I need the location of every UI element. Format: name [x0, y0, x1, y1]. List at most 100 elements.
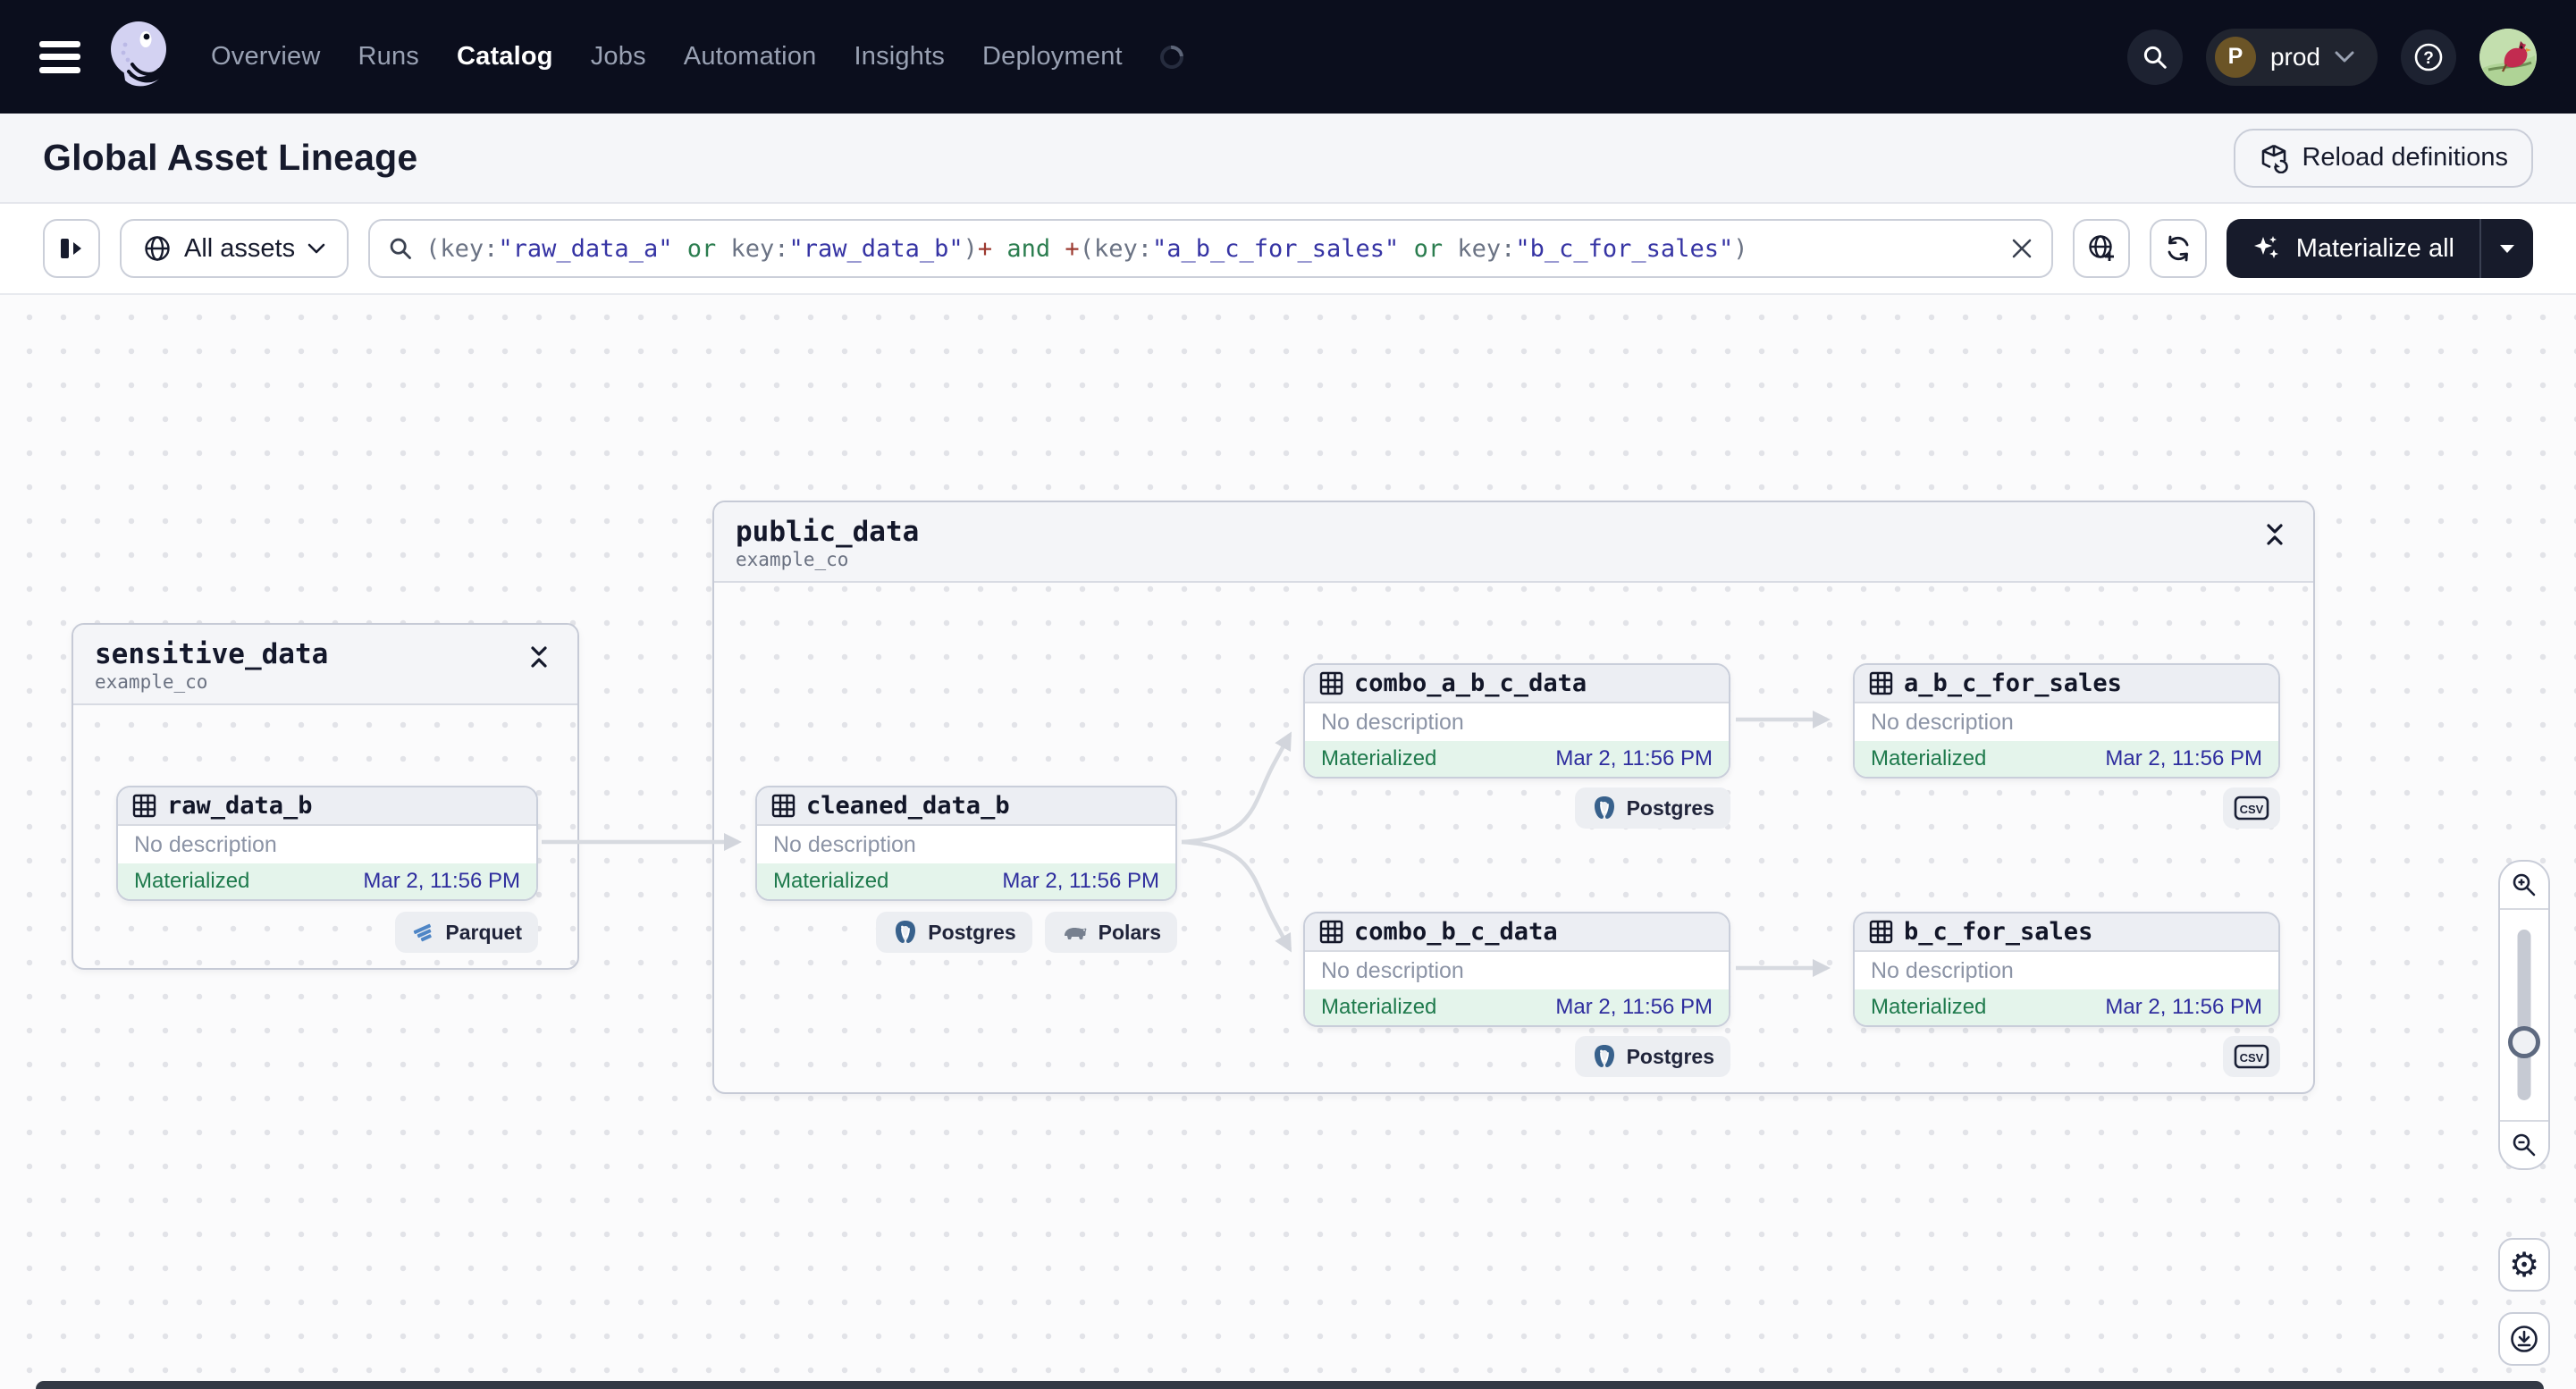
- kind-tag-csv[interactable]: CSV: [2223, 1036, 2280, 1077]
- tag-row: Postgres: [1574, 1036, 1730, 1077]
- group-title: sensitive_data: [95, 638, 329, 670]
- refresh-icon: [2168, 235, 2189, 262]
- materialize-all-split-button: Materialize all: [2226, 219, 2533, 278]
- search-button[interactable]: [2126, 29, 2183, 85]
- dagster-logo-icon[interactable]: [105, 20, 175, 95]
- zoom-out-button[interactable]: [2500, 1122, 2548, 1168]
- table-icon: [1319, 671, 1343, 695]
- materialization-timestamp[interactable]: Mar 2, 11:56 PM: [363, 869, 520, 894]
- chevron-down-icon: [2335, 51, 2354, 62]
- nav-items: Overview Runs Catalog Jobs Automation In…: [211, 40, 1189, 73]
- postgres-icon: [896, 921, 916, 943]
- asset-description: No description: [1871, 709, 2014, 735]
- status-badge: Materialized: [1321, 995, 1437, 1019]
- materialization-timestamp[interactable]: Mar 2, 11:56 PM: [1002, 869, 1159, 894]
- asset-node-combo-b-c-data[interactable]: combo_b_c_data No description Materializ…: [1303, 912, 1730, 1027]
- tag-row: CSV: [2223, 1036, 2280, 1077]
- environment-switcher[interactable]: P prod: [2205, 28, 2378, 86]
- materialize-all-button[interactable]: Materialize all: [2227, 219, 2479, 278]
- asset-node-header: raw_data_b: [118, 787, 536, 826]
- zoom-slider-thumb[interactable]: [2508, 1026, 2540, 1058]
- environment-avatar: P: [2214, 36, 2256, 78]
- clear-query-icon[interactable]: [2010, 237, 2033, 260]
- asset-node-combo-a-b-c-data[interactable]: combo_a_b_c_data No description Material…: [1303, 663, 1730, 779]
- materialization-timestamp[interactable]: Mar 2, 11:56 PM: [2105, 746, 2262, 771]
- kind-tag-postgres[interactable]: Postgres: [1574, 787, 1730, 829]
- collapse-group-icon[interactable]: [2258, 517, 2292, 557]
- zoom-slider-track[interactable]: [2517, 930, 2531, 1100]
- refresh-button[interactable]: [2149, 219, 2207, 278]
- download-image-button[interactable]: [2498, 1312, 2550, 1366]
- nav-item-insights[interactable]: Insights: [854, 42, 945, 72]
- loading-spinner-icon: [1155, 40, 1189, 73]
- open-sidebar-button[interactable]: [43, 219, 100, 278]
- asset-scope-dropdown[interactable]: All assets: [120, 219, 349, 278]
- help-button[interactable]: ?: [2401, 29, 2456, 85]
- asset-scope-label: All assets: [184, 233, 296, 263]
- user-avatar[interactable]: [2479, 28, 2537, 86]
- query-segment: key:: [730, 234, 789, 263]
- nav-item-runs[interactable]: Runs: [358, 42, 419, 72]
- tag-label: Postgres: [1626, 1044, 1714, 1068]
- zoom-in-button[interactable]: [2500, 862, 2548, 908]
- kind-tag-csv[interactable]: CSV: [2223, 787, 2280, 829]
- asset-description: No description: [1871, 957, 2014, 983]
- graph-settings-button[interactable]: ⚙: [2498, 1238, 2550, 1292]
- tag-label: Postgres: [1626, 796, 1714, 820]
- page-header: Global Asset Lineage Reload definitions: [0, 114, 2576, 204]
- chevron-down-icon: [307, 243, 325, 253]
- zoom-in-icon: [2513, 873, 2536, 897]
- nav-item-overview[interactable]: Overview: [211, 42, 320, 72]
- asset-node-cleaned-data-b[interactable]: cleaned_data_b No description Materializ…: [755, 786, 1177, 901]
- tag-row: Postgres: [1574, 787, 1730, 829]
- reload-definitions-label: Reload definitions: [2302, 143, 2508, 172]
- asset-status-row: Materialized Mar 2, 11:56 PM: [1855, 989, 2278, 1025]
- postgres-icon: [1594, 1045, 1614, 1067]
- zoom-out-icon: [2513, 1133, 2536, 1157]
- asset-node-b-c-for-sales[interactable]: b_c_for_sales No description Materialize…: [1853, 912, 2280, 1027]
- bottom-bar: [36, 1381, 2544, 1389]
- asset-node-header: a_b_c_for_sales: [1855, 665, 2278, 703]
- view-global-lineage-button[interactable]: [2072, 219, 2130, 278]
- asset-node-a-b-c-for-sales[interactable]: a_b_c_for_sales No description Materiali…: [1853, 663, 2280, 779]
- group-location: example_co: [95, 670, 208, 693]
- kind-tag-parquet[interactable]: Parquet: [395, 912, 538, 953]
- materialization-timestamp[interactable]: Mar 2, 11:56 PM: [2105, 995, 2262, 1020]
- query-segment: +: [1065, 234, 1080, 263]
- asset-search-input[interactable]: (key:"raw_data_a" or key:"raw_data_b")+ …: [368, 219, 2053, 278]
- asset-node-raw-data-b[interactable]: raw_data_b No description Materialized M…: [116, 786, 538, 901]
- tag-row: Parquet: [395, 912, 538, 953]
- kind-tag-postgres[interactable]: Postgres: [1574, 1036, 1730, 1077]
- nav-item-catalog[interactable]: Catalog: [457, 42, 553, 72]
- table-icon: [1319, 920, 1343, 944]
- asset-name: combo_b_c_data: [1354, 918, 1558, 946]
- asset-status-row: Materialized Mar 2, 11:56 PM: [1305, 989, 1729, 1025]
- query-segment: or: [672, 234, 731, 263]
- parquet-icon: [414, 923, 433, 942]
- query-segment: and: [992, 234, 1065, 263]
- zoom-controls: [2498, 860, 2550, 1170]
- query-segment: or: [1399, 234, 1458, 263]
- asset-selection-query[interactable]: (key:"raw_data_a" or key:"raw_data_b")+ …: [425, 235, 1998, 263]
- nav-item-automation[interactable]: Automation: [684, 42, 817, 72]
- query-segment: key:: [1457, 234, 1516, 263]
- query-segment: ): [1733, 234, 1748, 263]
- materialization-timestamp[interactable]: Mar 2, 11:56 PM: [1555, 995, 1713, 1020]
- cardinal-bird-avatar-icon: [2479, 28, 2537, 86]
- kind-tag-polars[interactable]: Polars: [1044, 912, 1177, 953]
- materialization-timestamp[interactable]: Mar 2, 11:56 PM: [1555, 746, 1713, 771]
- kind-tag-postgres[interactable]: Postgres: [876, 912, 1032, 953]
- collapse-group-icon[interactable]: [522, 639, 556, 679]
- postgres-icon: [1594, 796, 1614, 819]
- hamburger-menu-icon[interactable]: [39, 40, 80, 73]
- asset-node-header: b_c_for_sales: [1855, 913, 2278, 952]
- nav-item-deployment[interactable]: Deployment: [982, 42, 1123, 72]
- tag-row: CSV: [2223, 787, 2280, 829]
- asset-node-header: combo_b_c_data: [1305, 913, 1729, 952]
- nav-item-jobs[interactable]: Jobs: [591, 42, 646, 72]
- reload-definitions-button[interactable]: Reload definitions: [2234, 128, 2533, 188]
- status-badge: Materialized: [134, 869, 250, 893]
- search-icon: [2143, 46, 2167, 69]
- lineage-canvas[interactable]: sensitive_data example_co public_data ex…: [0, 295, 2576, 1389]
- materialize-options-button[interactable]: [2481, 219, 2533, 278]
